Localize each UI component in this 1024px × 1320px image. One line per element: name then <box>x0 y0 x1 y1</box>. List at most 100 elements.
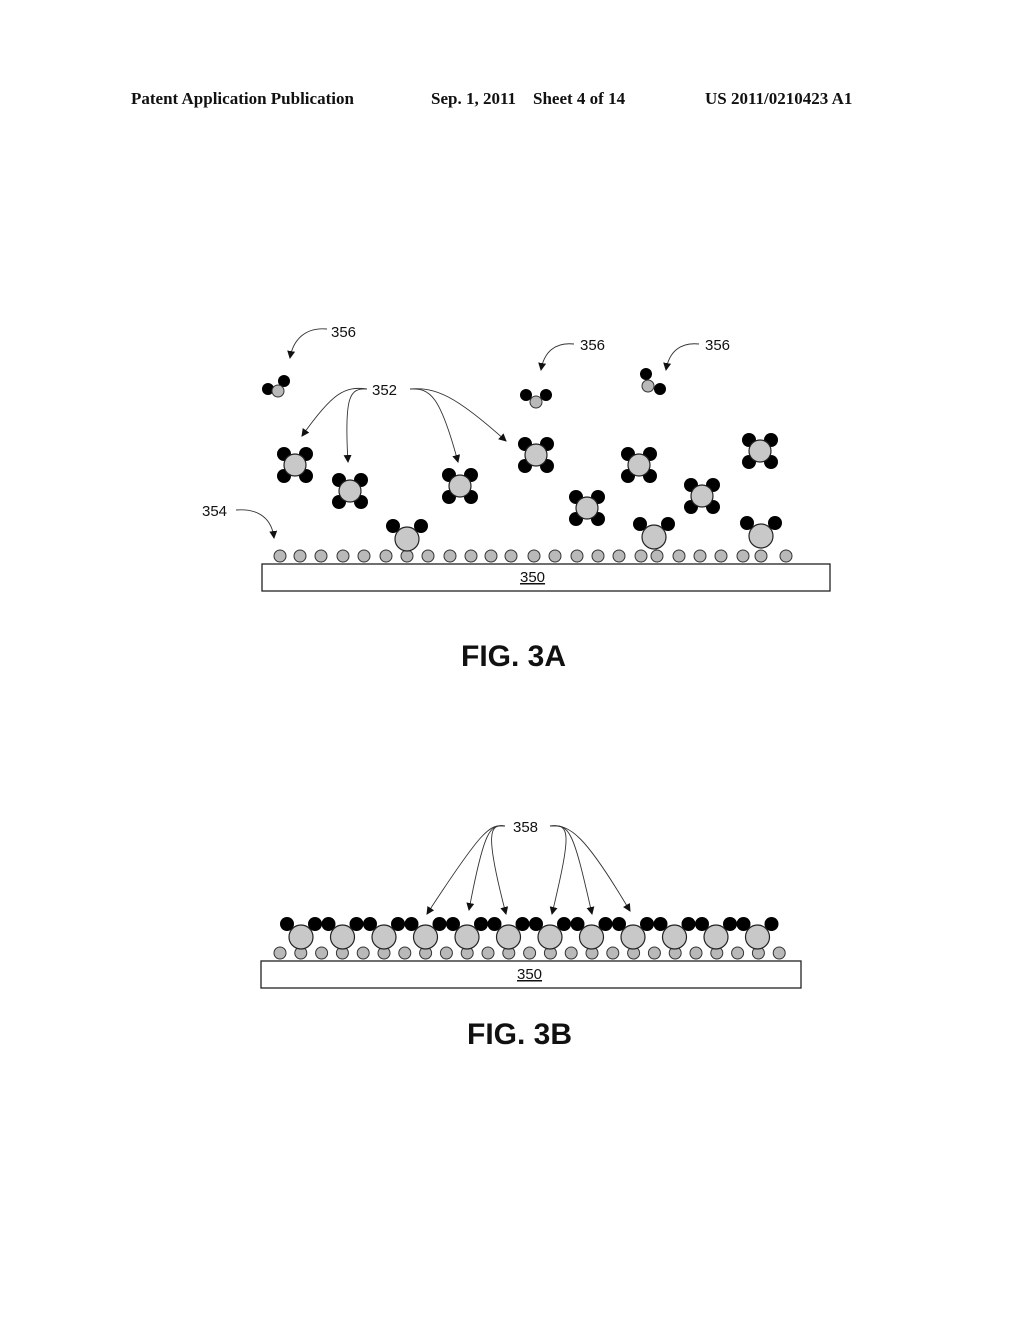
ligand-center <box>641 379 655 393</box>
surface-sphere <box>527 549 541 563</box>
surface-sphere <box>523 946 537 960</box>
figure-3b: 350 358 FIG. 3B <box>260 819 802 1051</box>
surface-sphere <box>650 549 664 563</box>
bound-molecule-358 <box>487 917 530 950</box>
bound-molecule-358 <box>529 917 571 950</box>
adsorbed-molecule <box>386 519 428 552</box>
surface-sphere <box>400 549 414 563</box>
metal-center <box>454 924 480 950</box>
precursor-molecule-352 <box>621 447 657 483</box>
surface-sphere <box>293 549 307 563</box>
label-358: 358 <box>513 819 538 836</box>
surface-sphere <box>672 549 686 563</box>
surface-sphere <box>689 946 703 960</box>
leader-356-c <box>663 343 700 371</box>
metal-center <box>690 484 714 508</box>
patent-figures: 350 356 356 356 352 354 FIG. 3A 350 358 <box>202 324 831 1051</box>
metal-center <box>744 924 771 950</box>
leader-358-3 <box>491 825 509 915</box>
adsorbed-molecule <box>633 517 675 550</box>
free-ligand-356 <box>520 389 552 409</box>
surface-sphere <box>273 946 287 960</box>
leader-356-b <box>538 343 575 371</box>
precursor-molecule-352 <box>518 437 554 473</box>
bound-molecule-358 <box>404 917 447 950</box>
surface-sphere <box>464 549 478 563</box>
metal-center <box>748 439 772 463</box>
ligand-center <box>529 395 543 409</box>
surface-layer <box>273 946 786 960</box>
metal-center <box>371 924 397 950</box>
surface-sphere <box>731 946 745 960</box>
surface-sphere <box>379 549 393 563</box>
metal-center <box>661 924 688 950</box>
ligand-atom <box>640 368 652 380</box>
metal-center <box>575 496 599 520</box>
surface-sphere <box>606 946 620 960</box>
bound-molecules-358 <box>280 917 779 950</box>
figure-caption-3a: FIG. 3A <box>461 640 566 673</box>
surface-sphere <box>356 946 370 960</box>
metal-center <box>641 524 667 550</box>
substrate-label: 350 <box>520 569 545 586</box>
substrate-350 <box>261 563 831 592</box>
ligand-atom <box>654 383 666 395</box>
surface-sphere <box>484 549 498 563</box>
leader-358-1 <box>426 825 506 915</box>
precursor-molecule-352 <box>277 447 313 483</box>
precursor-molecules <box>262 368 782 552</box>
metal-center <box>283 453 307 477</box>
precursor-molecule-352 <box>332 473 368 509</box>
metal-center <box>620 924 646 950</box>
surface-sphere <box>443 549 457 563</box>
surface-sphere <box>564 946 578 960</box>
surface-sphere <box>736 549 750 563</box>
surface-sphere <box>481 946 495 960</box>
surface-sphere <box>591 549 605 563</box>
surface-sphere <box>336 549 350 563</box>
metal-center <box>412 924 439 950</box>
label-352: 352 <box>372 382 397 399</box>
bound-molecule-358 <box>570 917 613 950</box>
metal-center <box>748 523 774 549</box>
bound-molecule-358 <box>363 917 405 950</box>
surface-sphere <box>754 549 768 563</box>
metal-center <box>394 526 420 552</box>
label-356-b: 356 <box>580 337 605 354</box>
figure-caption-3b: FIG. 3B <box>467 1018 572 1051</box>
metal-center <box>524 443 548 467</box>
substrate-label: 350 <box>517 966 542 983</box>
metal-center <box>537 924 563 950</box>
surface-sphere <box>439 946 453 960</box>
surface-sphere <box>647 946 661 960</box>
surface-layer-354 <box>273 549 793 563</box>
leader-352-3 <box>409 388 461 463</box>
bound-molecule-358 <box>612 917 654 950</box>
bound-molecule-358 <box>321 917 364 950</box>
leader-352-1 <box>301 387 368 437</box>
leader-358-2 <box>466 825 506 911</box>
metal-center <box>329 924 356 950</box>
surface-sphere <box>273 549 287 563</box>
surface-sphere <box>693 549 707 563</box>
figure-3a: 350 356 356 356 352 354 FIG. 3A <box>202 324 831 673</box>
surface-sphere <box>315 946 329 960</box>
bound-molecule-358 <box>695 917 737 950</box>
precursor-molecule-352 <box>742 433 778 469</box>
metal-center <box>495 924 522 950</box>
surface-sphere <box>548 549 562 563</box>
bound-molecule-358 <box>280 917 322 950</box>
leader-352-2 <box>343 388 368 463</box>
precursor-molecule-352 <box>442 468 478 504</box>
leader-354 <box>235 509 278 539</box>
metal-center <box>578 924 605 950</box>
free-ligand-356 <box>640 368 666 395</box>
metal-center <box>288 924 314 950</box>
surface-sphere <box>398 946 412 960</box>
label-356-c: 356 <box>705 337 730 354</box>
ligand-center <box>271 384 285 398</box>
surface-sphere <box>504 549 518 563</box>
surface-sphere <box>612 549 626 563</box>
label-356-a: 356 <box>331 324 356 341</box>
metal-center <box>703 924 729 950</box>
